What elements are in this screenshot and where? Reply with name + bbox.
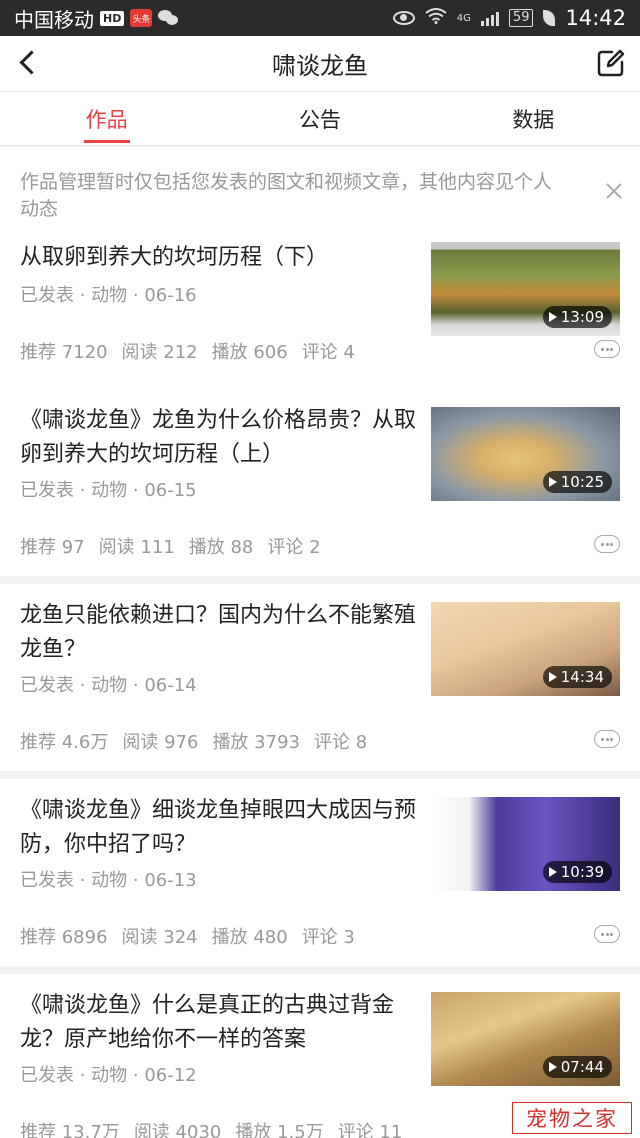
article-stats: 推荐 6896 阅读 324 播放 480 评论 3	[20, 923, 355, 949]
power-saving-icon	[543, 10, 556, 26]
video-duration: 10:39	[542, 861, 612, 883]
stat-comment: 评论 11	[337, 1122, 403, 1138]
tab-data[interactable]: 数据	[427, 92, 640, 145]
video-thumbnail[interactable]: 10:39	[431, 797, 620, 891]
tab-bar: 作品 公告 数据	[0, 92, 640, 146]
toutiao-app-icon: 头条	[130, 9, 153, 27]
network-type: 4G	[456, 12, 471, 24]
stat-read: 阅读 4030	[133, 1122, 222, 1138]
stat-comment: 评论 4	[301, 342, 355, 363]
article-meta: 已发表 · 动物 · 06-16	[20, 285, 197, 306]
stat-play: 播放 480	[211, 927, 288, 948]
stat-play: 播放 3793	[212, 732, 300, 753]
tab-announcements[interactable]: 公告	[213, 92, 426, 145]
page-title: 啸谈龙鱼	[272, 52, 368, 80]
article-meta: 已发表 · 动物 · 06-14	[20, 675, 197, 696]
article-title: 龙鱼只能依赖进口？国内为什么不能繁殖龙鱼？	[20, 603, 417, 662]
video-duration: 14:34	[542, 666, 612, 688]
hd-badge: HD	[100, 10, 125, 26]
article-stats: 推荐 7120 阅读 212 播放 606 评论 4	[20, 338, 355, 364]
carrier-label: 中国移动	[14, 7, 94, 32]
play-icon	[548, 672, 557, 682]
article-meta: 已发表 · 动物 · 06-15	[20, 480, 197, 501]
article-stats: 推荐 4.6万 阅读 976 播放 3793 评论 8	[20, 728, 367, 754]
battery-indicator: 59	[508, 9, 534, 27]
article-item[interactable]: 《啸谈龙鱼》细谈龙鱼掉眼四大成因与预防，你中招了吗？ 已发表 · 动物 · 06…	[0, 779, 640, 966]
article-title: 《啸谈龙鱼》细谈龙鱼掉眼四大成因与预防，你中招了吗？	[20, 798, 417, 857]
video-thumbnail[interactable]: 10:25	[431, 407, 620, 501]
signal-icon	[480, 10, 499, 26]
stat-play: 播放 88	[188, 537, 254, 558]
play-icon	[548, 477, 557, 487]
stat-play: 播放 606	[211, 342, 288, 363]
video-duration: 10:25	[542, 471, 612, 493]
eye-comfort-icon	[392, 11, 415, 25]
play-icon	[548, 1062, 557, 1072]
video-duration: 13:09	[542, 306, 612, 328]
stat-read: 阅读 212	[121, 342, 198, 363]
article-stats: 推荐 13.7万 阅读 4030 播放 1.5万 评论 11	[20, 1118, 402, 1138]
stat-recommend: 推荐 13.7万	[20, 1122, 120, 1138]
status-bar: 中国移动 HD 头条 4G 59 14:42	[0, 0, 640, 36]
wechat-icon	[158, 9, 180, 27]
article-item[interactable]: 《啸谈龙鱼》龙鱼为什么价格昂贵？从取卵到养大的坎坷历程（上） 已发表 · 动物 …	[0, 389, 640, 576]
tab-works[interactable]: 作品	[0, 92, 213, 145]
stat-comment: 评论 8	[313, 732, 368, 753]
stat-read: 阅读 111	[98, 537, 175, 558]
article-title: 《啸谈龙鱼》什么是真正的古典过背金龙？原产地给你不一样的答案	[20, 993, 395, 1052]
stat-play: 播放 1.5万	[235, 1122, 324, 1138]
article-item[interactable]: 龙鱼只能依赖进口？国内为什么不能繁殖龙鱼？ 已发表 · 动物 · 06-14 1…	[0, 584, 640, 771]
more-options-icon[interactable]	[594, 730, 620, 748]
wifi-icon	[425, 7, 447, 29]
play-icon	[548, 867, 557, 877]
play-icon	[548, 312, 557, 322]
stat-recommend: 推荐 97	[20, 537, 85, 558]
watermark: 宠物之家	[512, 1102, 632, 1134]
nav-bar: 啸谈龙鱼	[0, 36, 640, 92]
stat-comment: 评论 2	[267, 537, 321, 558]
notice-text: 作品管理暂时仅包括您发表的图文和视频文章，其他内容见个人动态	[20, 171, 553, 220]
video-thumbnail[interactable]: 14:34	[431, 602, 620, 696]
article-title: 从取卵到养大的坎坷历程（下）	[20, 245, 329, 270]
article-meta: 已发表 · 动物 · 06-13	[20, 870, 197, 891]
notice-banner: 作品管理暂时仅包括您发表的图文和视频文章，其他内容见个人动态	[0, 147, 640, 237]
duration-label: 13:09	[560, 308, 604, 326]
stat-read: 阅读 976	[122, 732, 199, 753]
article-title: 《啸谈龙鱼》龙鱼为什么价格昂贵？从取卵到养大的坎坷历程（上）	[20, 408, 417, 467]
stat-recommend: 推荐 4.6万	[20, 732, 109, 753]
article-meta: 已发表 · 动物 · 06-12	[20, 1065, 197, 1086]
video-thumbnail[interactable]: 07:44	[431, 992, 620, 1086]
stat-recommend: 推荐 7120	[20, 342, 108, 363]
back-arrow-icon[interactable]	[14, 48, 44, 78]
duration-label: 10:39	[560, 863, 604, 881]
video-duration: 07:44	[542, 1056, 612, 1078]
more-options-icon[interactable]	[594, 925, 620, 943]
article-stats: 推荐 97 阅读 111 播放 88 评论 2	[20, 533, 321, 559]
more-options-icon[interactable]	[594, 535, 620, 553]
duration-label: 14:34	[560, 668, 604, 686]
clock: 14:42	[565, 6, 626, 30]
duration-label: 07:44	[560, 1058, 604, 1076]
stat-read: 阅读 324	[121, 927, 198, 948]
stat-recommend: 推荐 6896	[20, 927, 108, 948]
edit-icon[interactable]	[596, 48, 626, 78]
duration-label: 10:25	[560, 473, 604, 491]
close-icon[interactable]	[604, 181, 624, 201]
stat-comment: 评论 3	[301, 927, 355, 948]
video-thumbnail[interactable]: 13:09	[431, 242, 620, 336]
more-options-icon[interactable]	[594, 340, 620, 358]
